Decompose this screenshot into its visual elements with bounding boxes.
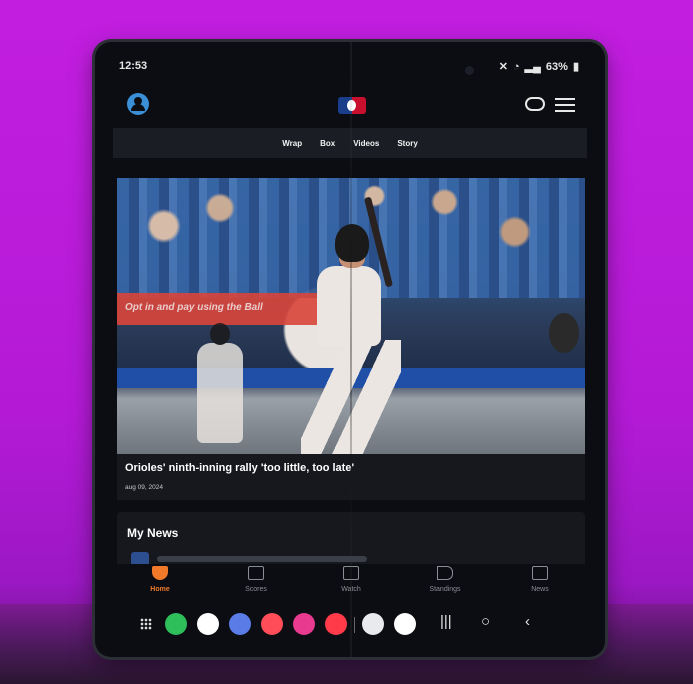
status-icons: ✕ ◔ ▂▄ 63% ▮ (498, 60, 579, 74)
chrome-app-icon[interactable] (362, 613, 384, 635)
nav-news-label: News (531, 586, 549, 593)
tab-wrap[interactable]: Wrap (282, 139, 302, 148)
foldable-phone: 12:53 ✕ ◔ ▂▄ 63% ▮ Wrap Box Videos Story… (95, 42, 605, 657)
my-news-title: My News (127, 526, 179, 540)
background-player (197, 323, 243, 443)
catcher-figure (549, 313, 579, 353)
app-drawer-icon[interactable] (140, 618, 152, 630)
status-time: 12:53 (119, 60, 148, 72)
hinge (350, 42, 352, 657)
youtube-app-icon[interactable] (325, 613, 347, 635)
nav-standings-label: Standings (429, 586, 461, 593)
batter-jersey (317, 266, 381, 346)
nav-scores-label: Scores (245, 586, 267, 593)
back-icon[interactable]: ‹ (525, 613, 530, 630)
nav-home[interactable]: Home (130, 566, 190, 593)
galaxy-store-icon[interactable] (293, 613, 315, 635)
battery-level: 63% (545, 60, 568, 73)
wifi-icon: ◔ (512, 60, 520, 73)
nav-standings[interactable]: Standings (415, 566, 475, 593)
gallery-app-icon[interactable] (261, 613, 283, 635)
scoreboard-icon (248, 566, 264, 580)
tab-videos[interactable]: Videos (353, 139, 379, 148)
nav-scores[interactable]: Scores (226, 566, 286, 593)
newspaper-icon (532, 566, 548, 580)
recent-apps-icon[interactable]: ||| (440, 613, 452, 630)
dock-separator (354, 617, 355, 633)
nav-news[interactable]: News (510, 566, 570, 593)
gamepad-icon[interactable] (525, 97, 545, 111)
home-plate-icon (152, 566, 168, 580)
story-headline[interactable]: Orioles' ninth-inning rally 'too little,… (125, 462, 354, 474)
home-button-icon[interactable]: ○ (481, 613, 490, 630)
signal-icon: ▂▄ (524, 61, 541, 73)
tab-story[interactable]: Story (397, 139, 417, 148)
mute-icon: ✕ (498, 61, 508, 73)
front-camera (465, 66, 474, 75)
account-avatar-icon[interactable] (127, 93, 149, 115)
hamburger-menu-icon[interactable] (555, 98, 575, 112)
battery-icon: ▮ (572, 61, 579, 73)
story-date: aug 09, 2024 (125, 484, 163, 491)
news-item-line[interactable] (157, 556, 367, 562)
tab-box[interactable]: Box (320, 139, 335, 148)
samsung-internet-icon[interactable] (229, 613, 251, 635)
nav-home-label: Home (150, 586, 170, 593)
google-app-icon[interactable] (394, 613, 416, 635)
messages-app-icon[interactable] (197, 613, 219, 635)
phone-app-icon[interactable] (165, 613, 187, 635)
mlb-logo-icon[interactable] (338, 97, 366, 114)
flag-icon (437, 566, 453, 580)
batter-helmet (335, 224, 369, 262)
